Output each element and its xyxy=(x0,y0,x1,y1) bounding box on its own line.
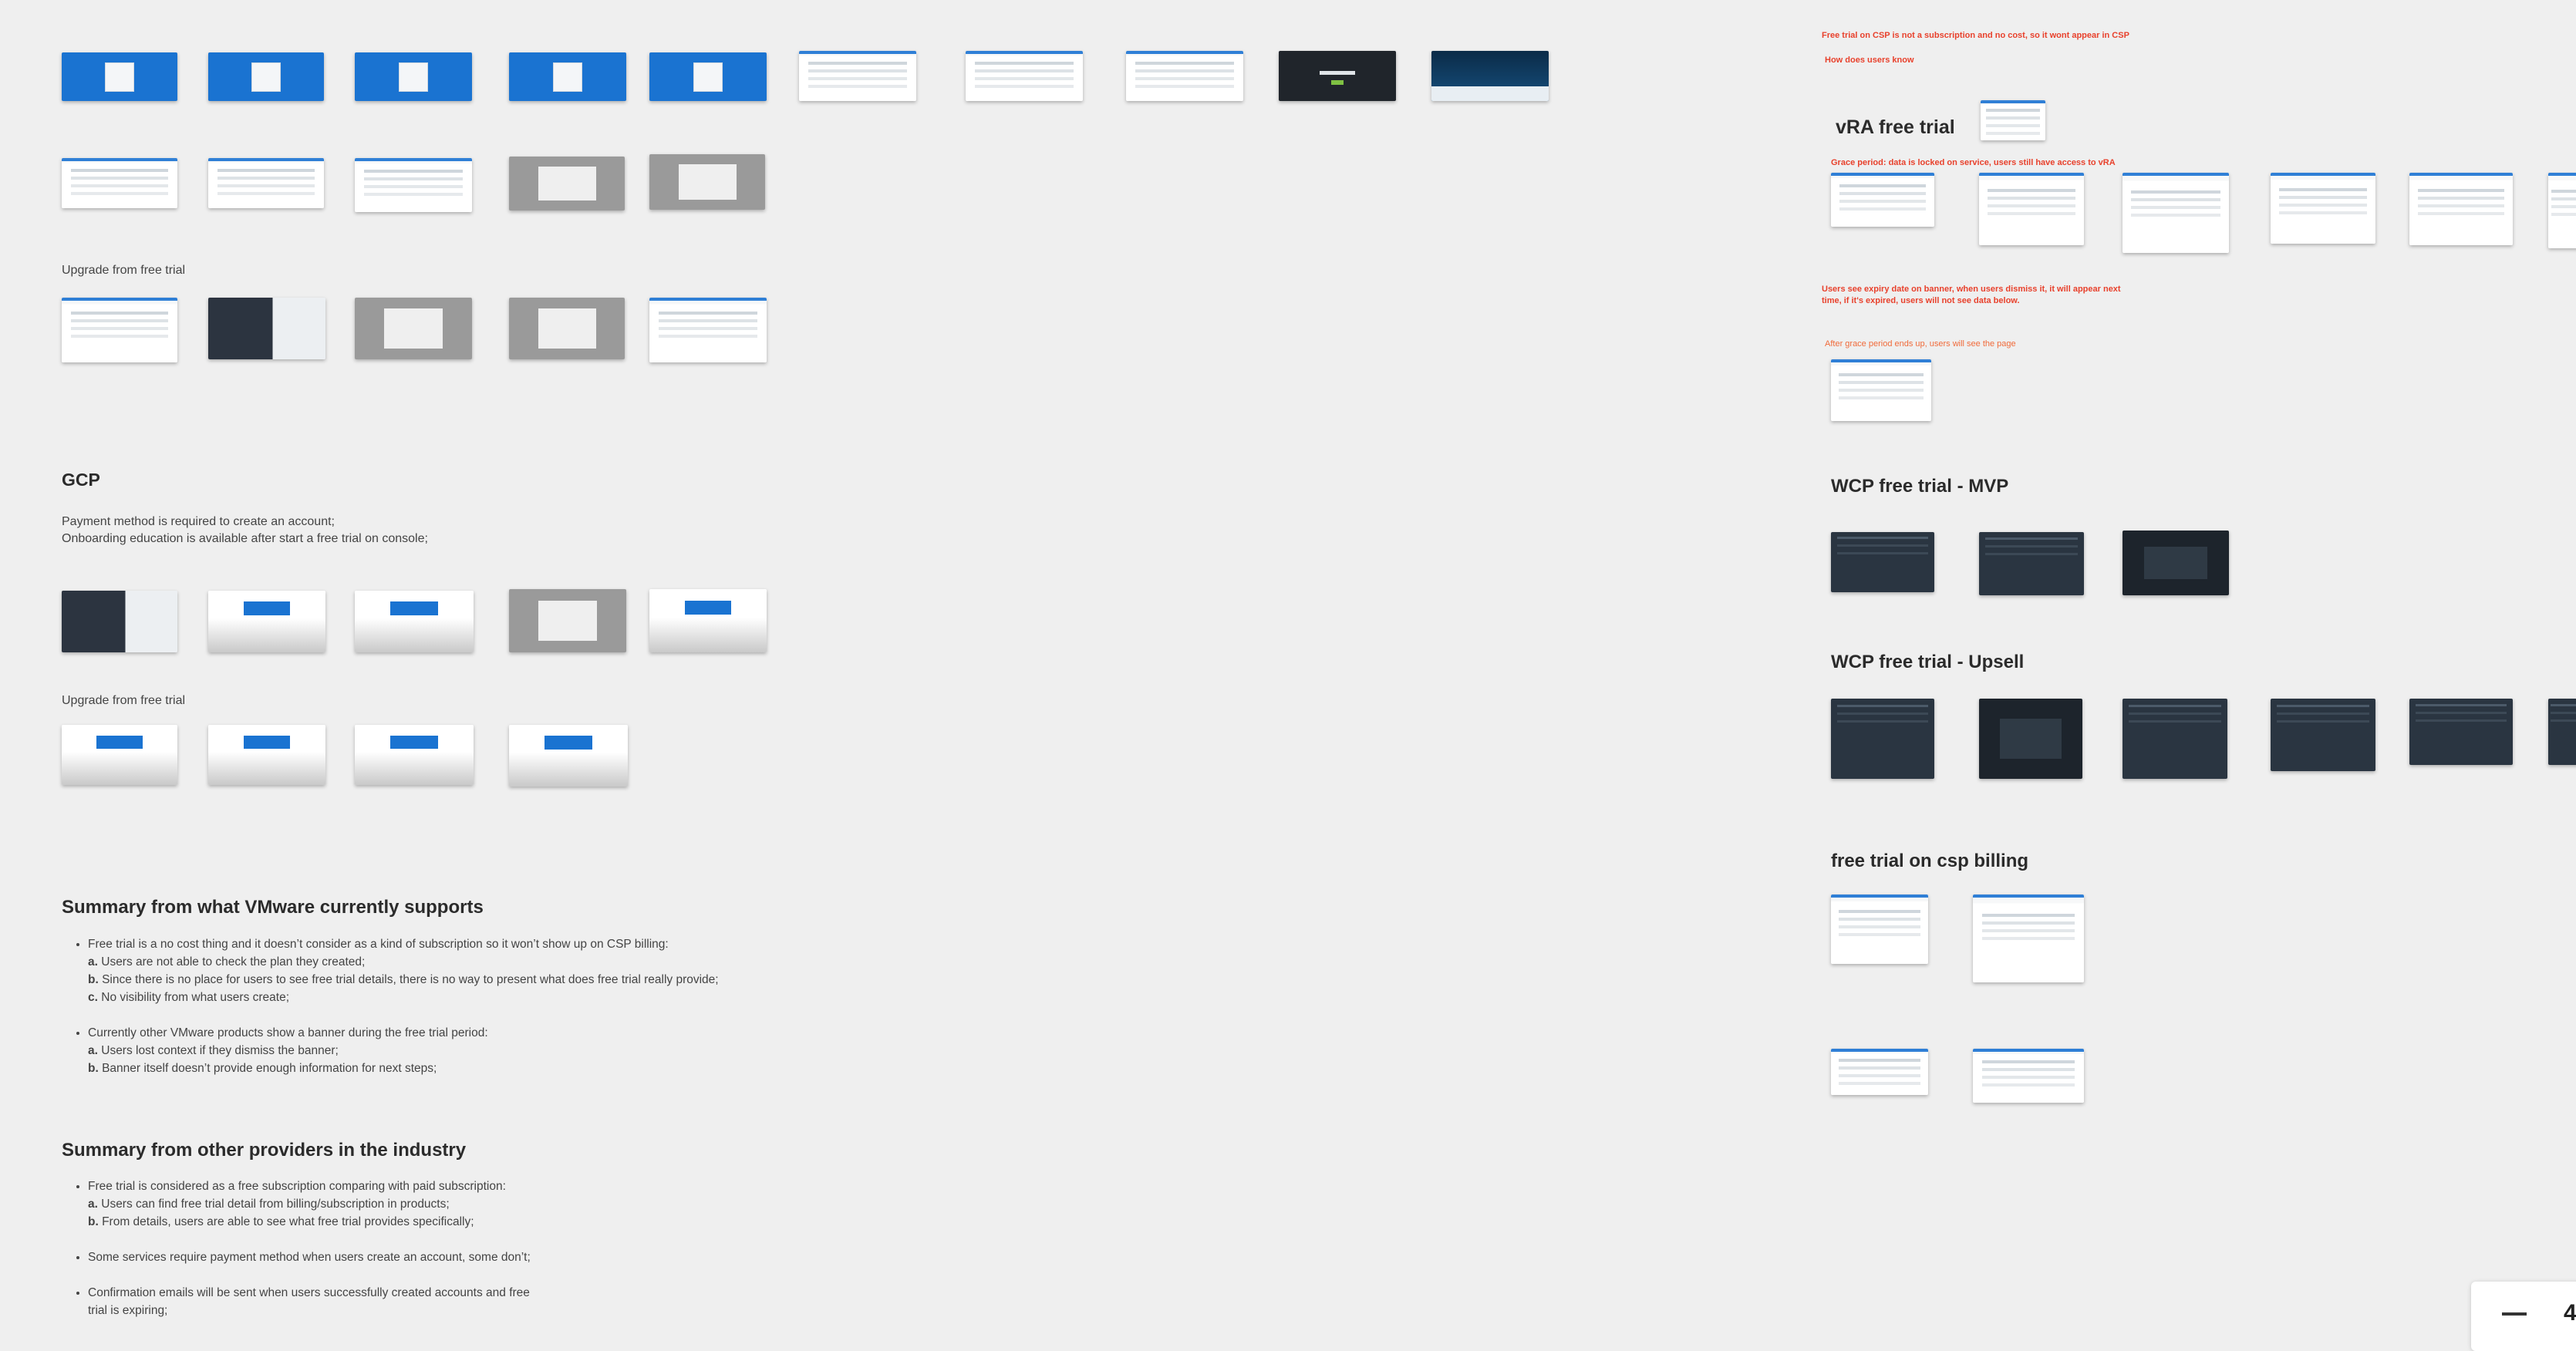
screenshot-thumbnail[interactable] xyxy=(1126,51,1243,101)
screenshot-thumbnail[interactable] xyxy=(1279,51,1396,101)
summary-other-list: Free trial is considered as a free subsc… xyxy=(62,1177,705,1231)
gcp-description: Payment method is required to create an … xyxy=(62,514,428,547)
note-after-grace: After grace period ends up, users will s… xyxy=(1825,339,2016,349)
screenshot-thumbnail[interactable] xyxy=(208,298,325,359)
note-how-users-know: How does users know xyxy=(1825,56,1914,65)
screenshot-thumbnail[interactable] xyxy=(208,591,325,652)
summary-vmware-title: Summary from what VMware currently suppo… xyxy=(62,897,484,918)
gcp-title: GCP xyxy=(62,470,100,490)
gcp-desc-line: Onboarding education is available after … xyxy=(62,532,428,545)
list-item: Currently other VMware products show a b… xyxy=(88,1024,859,1077)
list-item: Free trial is considered as a free subsc… xyxy=(88,1177,705,1231)
screenshot-thumbnail[interactable] xyxy=(208,158,324,208)
screenshot-thumbnail[interactable] xyxy=(2548,699,2576,765)
screenshot-thumbnail[interactable] xyxy=(1979,532,2084,595)
wcp-mvp-title: WCP free trial - MVP xyxy=(1831,476,2009,497)
sub-item: a. Users lost context if they dismiss th… xyxy=(88,1044,339,1057)
zoom-control: 4 xyxy=(2471,1282,2576,1351)
wcp-upsell-title: WCP free trial - Upsell xyxy=(1831,652,2025,672)
screenshot-thumbnail[interactable] xyxy=(509,589,626,652)
list-item: Free trial is a no cost thing and it doe… xyxy=(88,935,859,1006)
sub-item: a. Users can find free trial detail from… xyxy=(88,1198,450,1211)
screenshot-thumbnail[interactable] xyxy=(62,52,177,101)
note-expiry-line: time, if it's expired, users will not se… xyxy=(1822,296,2020,305)
summary-vmware-list: Currently other VMware products show a b… xyxy=(62,1024,859,1077)
screenshot-thumbnail[interactable] xyxy=(1831,173,1934,227)
sub-item: b. Banner itself doesn’t provide enough … xyxy=(88,1062,437,1075)
screenshot-thumbnail[interactable] xyxy=(649,52,767,101)
screenshot-thumbnail[interactable] xyxy=(355,298,472,359)
list-item: Some services require payment method whe… xyxy=(88,1248,705,1266)
screenshot-thumbnail[interactable] xyxy=(355,158,472,212)
screenshot-thumbnail[interactable] xyxy=(1431,51,1549,101)
screenshot-thumbnail[interactable] xyxy=(2548,173,2576,248)
sub-item: b. From details, users are able to see w… xyxy=(88,1215,474,1228)
summary-other-title: Summary from other providers in the indu… xyxy=(62,1140,467,1161)
note-grace-period: Grace period: data is locked on service,… xyxy=(1831,158,2116,167)
screenshot-thumbnail[interactable] xyxy=(649,154,765,210)
screenshot-thumbnail[interactable] xyxy=(208,52,324,101)
screenshot-thumbnail[interactable] xyxy=(509,725,628,787)
screenshot-thumbnail[interactable] xyxy=(509,157,625,211)
screenshot-thumbnail[interactable] xyxy=(355,52,472,101)
summary-other-list: Confirmation emails will be sent when us… xyxy=(62,1284,705,1319)
screenshot-thumbnail[interactable] xyxy=(2123,699,2227,779)
screenshot-thumbnail[interactable] xyxy=(2271,699,2375,771)
note-expiry: Users see expiry date on banner, when us… xyxy=(1822,284,2121,307)
screenshot-thumbnail[interactable] xyxy=(509,52,626,101)
screenshot-thumbnail[interactable] xyxy=(1831,1049,1928,1095)
screenshot-thumbnail[interactable] xyxy=(62,725,177,785)
upgrade-label: Upgrade from free trial xyxy=(62,264,186,277)
screenshot-thumbnail[interactable] xyxy=(649,298,767,362)
screenshot-thumbnail[interactable] xyxy=(1831,699,1934,779)
sub-item: c. No visibility from what users create; xyxy=(88,991,290,1004)
screenshot-thumbnail[interactable] xyxy=(2123,531,2229,595)
gcp-desc-line: Payment method is required to create an … xyxy=(62,515,335,528)
screenshot-thumbnail[interactable] xyxy=(1831,894,1928,964)
screenshot-thumbnail[interactable] xyxy=(1981,100,2045,140)
screenshot-thumbnail[interactable] xyxy=(2409,699,2513,765)
screenshot-thumbnail[interactable] xyxy=(2123,173,2229,253)
screenshot-thumbnail[interactable] xyxy=(2271,173,2375,244)
zoom-out-button[interactable] xyxy=(2502,1312,2527,1316)
screenshot-thumbnail[interactable] xyxy=(2409,173,2513,245)
screenshot-thumbnail[interactable] xyxy=(355,591,474,652)
vra-title: vRA free trial xyxy=(1836,116,1955,138)
screenshot-thumbnail[interactable] xyxy=(649,589,767,652)
note-expiry-line: Users see expiry date on banner, when us… xyxy=(1822,285,2121,294)
screenshot-thumbnail[interactable] xyxy=(799,51,916,101)
screenshot-thumbnail[interactable] xyxy=(1979,173,2084,245)
screenshot-thumbnail[interactable] xyxy=(1831,359,1931,421)
screenshot-thumbnail[interactable] xyxy=(62,298,177,362)
sub-item: a. Users are not able to check the plan … xyxy=(88,955,366,969)
sub-item: b. Since there is no place for users to … xyxy=(88,973,719,986)
screenshot-thumbnail[interactable] xyxy=(509,298,625,359)
note-csp: Free trial on CSP is not a subscription … xyxy=(1822,31,2129,40)
list-item: Confirmation emails will be sent when us… xyxy=(88,1284,705,1319)
zoom-level: 4 xyxy=(2564,1300,2576,1326)
screenshot-thumbnail[interactable] xyxy=(62,158,177,208)
csp-billing-title: free trial on csp billing xyxy=(1831,851,2029,871)
screenshot-thumbnail[interactable] xyxy=(966,51,1083,101)
screenshot-thumbnail[interactable] xyxy=(62,591,177,652)
screenshot-thumbnail[interactable] xyxy=(208,725,325,785)
screenshot-thumbnail[interactable] xyxy=(1973,894,2084,982)
screenshot-thumbnail[interactable] xyxy=(1831,532,1934,592)
summary-vmware-list: Free trial is a no cost thing and it doe… xyxy=(62,935,859,1006)
summary-other-list: Some services require payment method whe… xyxy=(62,1248,705,1266)
screenshot-thumbnail[interactable] xyxy=(355,725,474,785)
screenshot-thumbnail[interactable] xyxy=(1979,699,2082,779)
upgrade-label: Upgrade from free trial xyxy=(62,694,186,707)
screenshot-thumbnail[interactable] xyxy=(1973,1049,2084,1103)
